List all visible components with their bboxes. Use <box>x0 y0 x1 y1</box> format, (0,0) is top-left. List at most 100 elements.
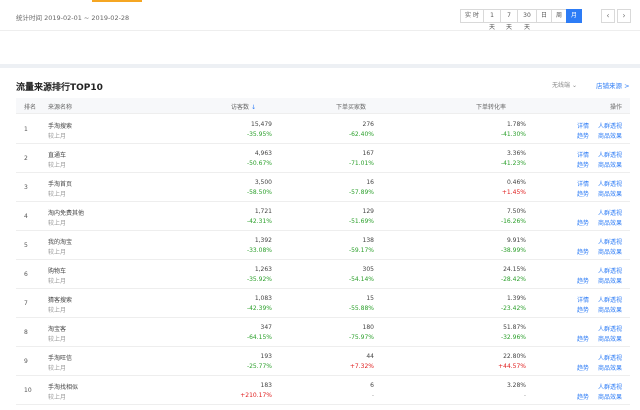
conversion-change: -23.42% <box>500 305 526 312</box>
row-rank: 7 <box>24 300 28 307</box>
product-effect-link[interactable]: 商品效果 <box>598 305 622 314</box>
crowd-insight-link[interactable]: 人群透视 <box>598 150 622 159</box>
buyers-change: -51.69% <box>348 218 374 225</box>
device-dropdown[interactable]: 无线端 ⌄ <box>552 80 577 89</box>
source-name: 我的淘宝 <box>48 239 73 246</box>
active-tab-indicator <box>92 0 142 2</box>
trend-link[interactable]: 趋势 <box>577 363 589 372</box>
col-visitors-label: 访客数 <box>231 104 250 111</box>
traffic-source-ranking-panel: 流量来源排行TOP10 无线端 ⌄ 店铺来源 > 排名 来源名称 访客数 ↓ 下… <box>0 68 640 410</box>
period-day[interactable]: 日 <box>536 9 552 23</box>
source-name: 手淘找相似 <box>48 384 79 391</box>
device-dropdown-label: 无线端 <box>552 82 571 89</box>
row-rank: 6 <box>24 271 28 278</box>
product-effect-link[interactable]: 商品效果 <box>598 218 622 227</box>
trend-link[interactable]: 趋势 <box>577 392 589 401</box>
visitors-value: 1,392 <box>254 237 272 244</box>
row-rank: 9 <box>24 358 28 365</box>
period-30day[interactable]: 30天 <box>517 9 537 31</box>
compare-label: 较上月 <box>48 278 67 285</box>
trend-link[interactable]: 趋势 <box>577 218 589 227</box>
compare-label: 较上月 <box>48 307 67 314</box>
period-1day[interactable]: 1天 <box>483 9 501 31</box>
source-name: 直通车 <box>48 152 67 159</box>
crowd-insight-link[interactable]: 人群透视 <box>598 324 622 333</box>
table-row: 6 购物车 较上月 1,263 -35.92% 305 -54.14% 24.1… <box>16 261 630 289</box>
conversion-change: +1.45% <box>501 189 526 196</box>
product-effect-link[interactable]: 商品效果 <box>598 160 622 169</box>
visitors-change: -42.31% <box>246 218 272 225</box>
trend-link[interactable]: 趋势 <box>577 305 589 314</box>
table-row: 4 淘内免费其他 较上月 1,721 -42.31% 129 -51.69% 7… <box>16 203 630 231</box>
crowd-insight-link[interactable]: 人群透视 <box>598 237 622 246</box>
conversion-value: 1.39% <box>506 295 526 302</box>
trend-link[interactable]: 趋势 <box>577 334 589 343</box>
col-source: 来源名称 <box>48 104 73 111</box>
buyers-change: -71.01% <box>348 160 374 167</box>
compare-label: 较上月 <box>48 336 67 343</box>
trend-link[interactable]: 趋势 <box>577 189 589 198</box>
crowd-insight-link[interactable]: 人群透视 <box>598 382 622 391</box>
crowd-insight-link[interactable]: 人群透视 <box>598 353 622 362</box>
trend-link[interactable]: 趋势 <box>577 276 589 285</box>
crowd-insight-link[interactable]: 人群透视 <box>598 179 622 188</box>
buyers-value: 180 <box>362 324 374 331</box>
source-name: 猜客搜索 <box>48 297 73 304</box>
visitors-value: 193 <box>260 353 272 360</box>
crowd-insight-link[interactable]: 人群透视 <box>598 295 622 304</box>
trend-link[interactable]: 趋势 <box>577 247 589 256</box>
period-7day[interactable]: 7天 <box>500 9 518 31</box>
visitors-value: 1,083 <box>254 295 272 302</box>
compare-label: 较上月 <box>48 394 67 401</box>
chevron-right-icon[interactable]: › <box>617 9 631 23</box>
visitors-change: -64.15% <box>246 334 272 341</box>
date-filter-bar: 统计时间 2019-02-01 ~ 2019-02-28 实 时 1天 7天 3… <box>0 0 640 64</box>
table-row: 10 手淘找相似 较上月 183 +210.17% 6 - 3.28% - 趋势… <box>16 377 630 405</box>
conversion-value: 0.46% <box>506 179 526 186</box>
period-realtime[interactable]: 实 时 <box>460 9 484 23</box>
detail-link[interactable]: 详情 <box>577 121 589 130</box>
buyers-value: 44 <box>366 353 374 360</box>
trend-link[interactable]: 趋势 <box>577 131 589 140</box>
conversion-change: -28.42% <box>500 276 526 283</box>
store-source-link[interactable]: 店铺来源 > <box>596 80 630 90</box>
col-rank: 排名 <box>24 104 37 111</box>
product-effect-link[interactable]: 商品效果 <box>598 247 622 256</box>
buyers-value: 276 <box>362 121 374 128</box>
period-month[interactable]: 月 <box>566 9 582 23</box>
row-rank: 5 <box>24 242 28 249</box>
buyers-value: 138 <box>362 237 374 244</box>
col-visitors[interactable]: 访客数 ↓ <box>231 102 256 111</box>
conversion-change: - <box>523 392 526 399</box>
visitors-change: -58.50% <box>246 189 272 196</box>
trend-link[interactable]: 趋势 <box>577 160 589 169</box>
crowd-insight-link[interactable]: 人群透视 <box>598 266 622 275</box>
period-selector: 实 时 1天 7天 30天 日 周 月 <box>460 9 582 31</box>
product-effect-link[interactable]: 商品效果 <box>598 363 622 372</box>
table-row: 1 手淘搜索 较上月 15,479 -35.95% 276 -62.40% 1.… <box>16 116 630 144</box>
row-rank: 10 <box>24 387 32 394</box>
row-rank: 4 <box>24 213 28 220</box>
chevron-left-icon[interactable]: ‹ <box>601 9 615 23</box>
product-effect-link[interactable]: 商品效果 <box>598 131 622 140</box>
product-effect-link[interactable]: 商品效果 <box>598 276 622 285</box>
conversion-change: -41.23% <box>500 160 526 167</box>
buyers-value: 167 <box>362 150 374 157</box>
product-effect-link[interactable]: 商品效果 <box>598 189 622 198</box>
detail-link[interactable]: 详情 <box>577 150 589 159</box>
buyers-change: -54.14% <box>348 276 374 283</box>
col-actions: 操作 <box>610 104 623 111</box>
buyers-change: -75.97% <box>348 334 374 341</box>
visitors-change: -35.95% <box>246 131 272 138</box>
detail-link[interactable]: 详情 <box>577 295 589 304</box>
table-row: 2 直通车 较上月 4,963 -50.67% 167 -71.01% 3.36… <box>16 145 630 173</box>
product-effect-link[interactable]: 商品效果 <box>598 334 622 343</box>
row-rank: 8 <box>24 329 28 336</box>
period-week[interactable]: 周 <box>551 9 567 23</box>
crowd-insight-link[interactable]: 人群透视 <box>598 208 622 217</box>
crowd-insight-link[interactable]: 人群透视 <box>598 121 622 130</box>
row-rank: 3 <box>24 184 28 191</box>
sort-desc-icon: ↓ <box>250 104 256 111</box>
product-effect-link[interactable]: 商品效果 <box>598 392 622 401</box>
detail-link[interactable]: 详情 <box>577 179 589 188</box>
